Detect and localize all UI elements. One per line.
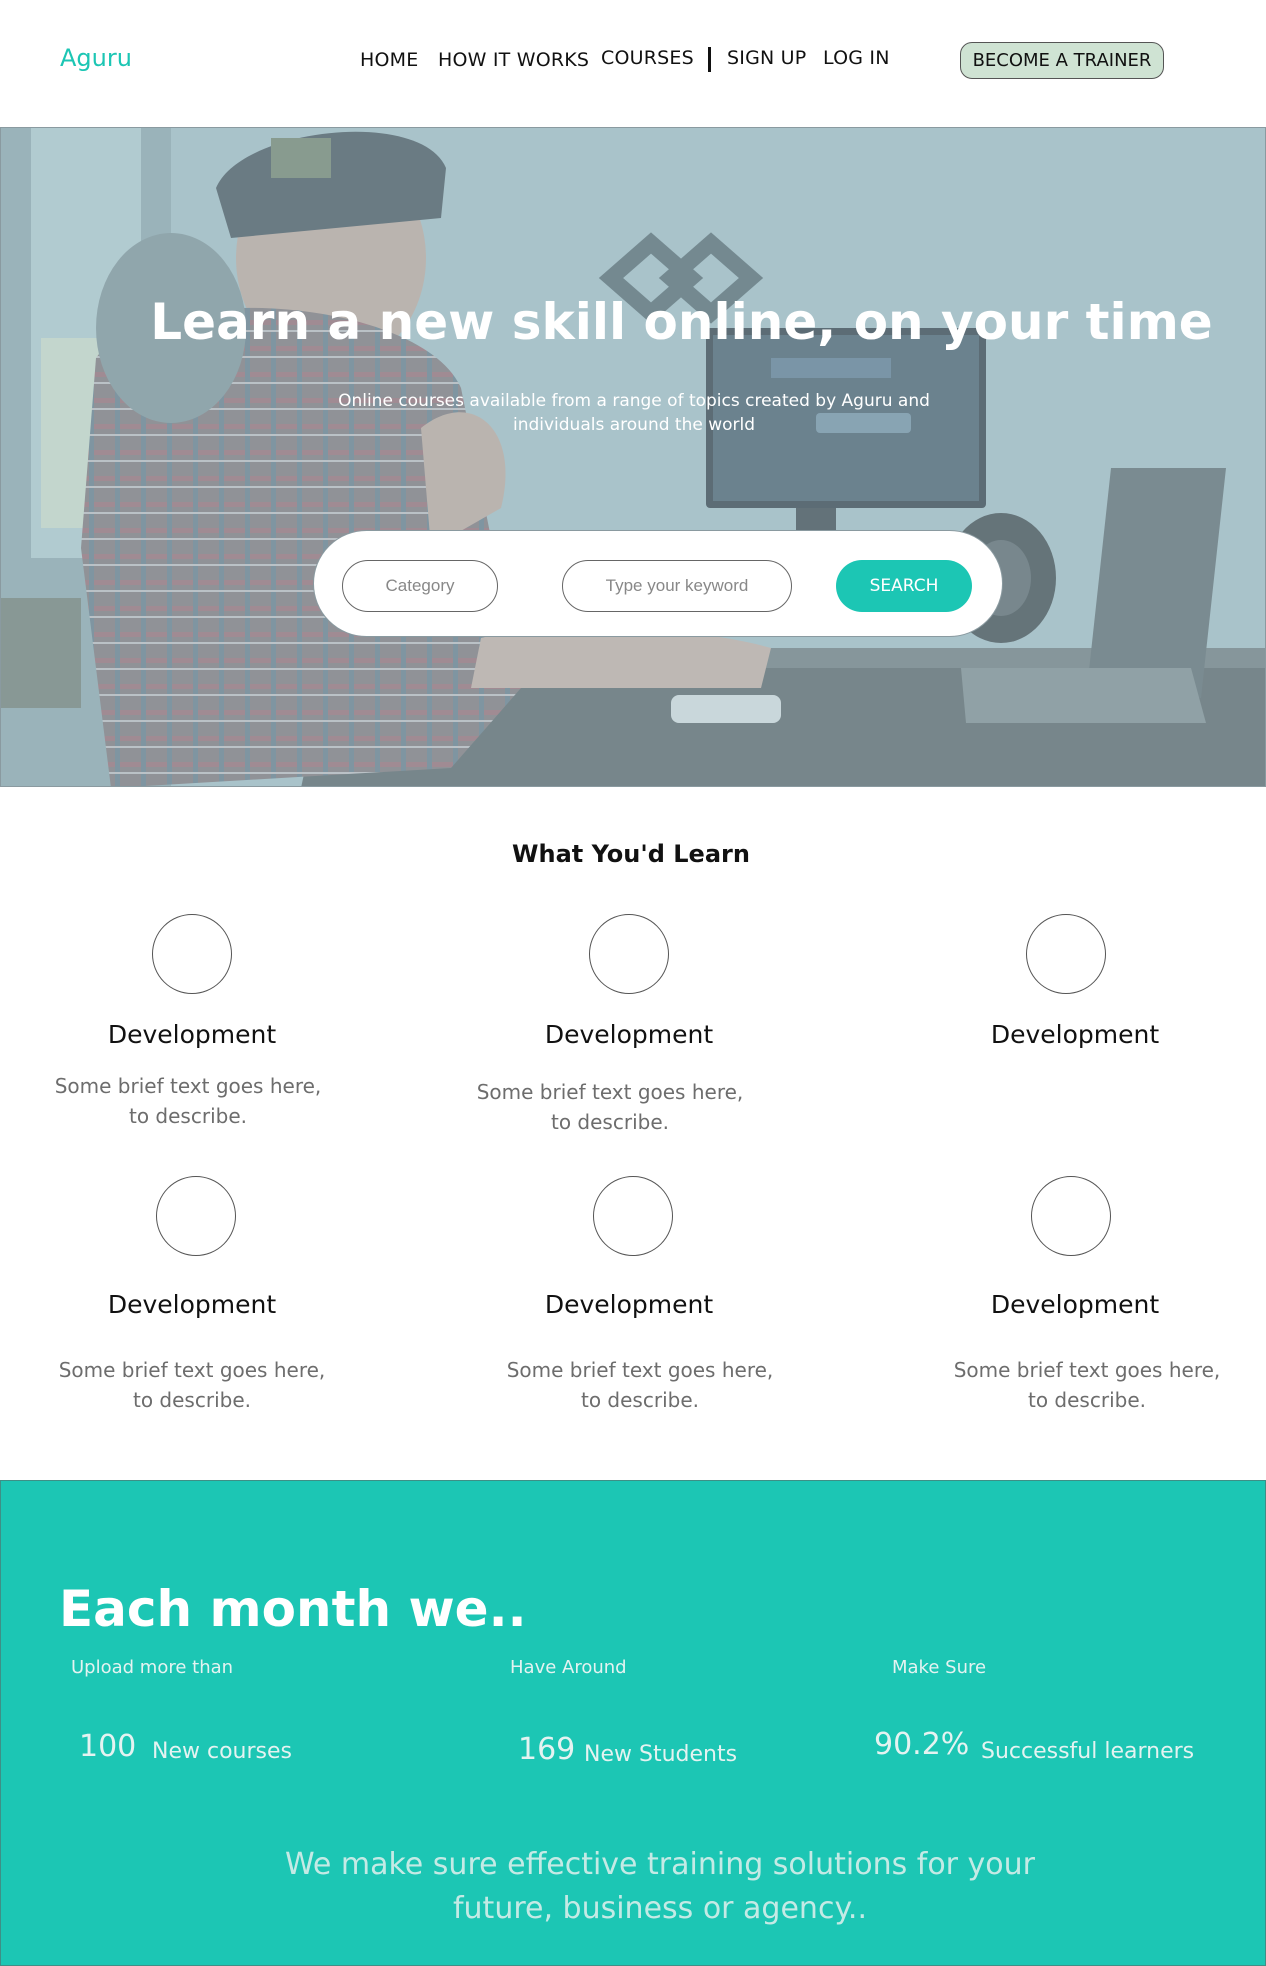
hero-overlay: [1, 128, 1265, 786]
stats-tagline: We make sure effective training solution…: [285, 1847, 1035, 1926]
hero-subtitle: Online courses available from a range of…: [338, 391, 930, 435]
search-button[interactable]: SEARCH: [836, 560, 972, 612]
feature-title: Development: [107, 1020, 277, 1049]
nav-log-in[interactable]: LOG IN: [823, 47, 890, 69]
stat-unit: Successful learners: [981, 1739, 1195, 1764]
stat-label: Make Sure: [892, 1657, 987, 1678]
feature-description: Some brief text goes here, to describe.: [58, 1358, 326, 1412]
stat-value: 169: [518, 1732, 576, 1767]
feature-icon-placeholder: [152, 914, 232, 994]
nav-how-it-works[interactable]: HOW IT WORKS: [438, 49, 589, 71]
nav-divider: [708, 47, 711, 72]
nav-courses[interactable]: COURSES: [601, 47, 694, 69]
hero-section: Learn a new skill online, on your time O…: [0, 127, 1266, 787]
stat-label: Have Around: [510, 1657, 627, 1678]
feature-title: Development: [990, 1020, 1160, 1049]
become-trainer-button[interactable]: BECOME A TRAINER: [960, 42, 1164, 79]
keyword-input[interactable]: Type your keyword: [562, 560, 792, 612]
feature-description: Some brief text goes here, to describe.: [506, 1358, 774, 1412]
feature-icon-placeholder: [1026, 914, 1106, 994]
search-bar: Category Type your keyword SEARCH: [313, 530, 1003, 637]
hero-title: Learn a new skill online, on your time: [150, 293, 1213, 351]
feature-description: Some brief text goes here, to describe.: [953, 1358, 1221, 1412]
stat-value: 100: [79, 1729, 137, 1764]
feature-icon-placeholder: [589, 914, 669, 994]
feature-description: Some brief text goes here, to describe.: [54, 1074, 322, 1128]
category-select[interactable]: Category: [342, 560, 498, 612]
feature-icon-placeholder: [156, 1176, 236, 1256]
feature-title: Development: [544, 1290, 714, 1319]
nav-home[interactable]: HOME: [360, 49, 418, 71]
feature-title: Development: [990, 1290, 1160, 1319]
stats-title: Each month we..: [59, 1580, 527, 1638]
logo[interactable]: Aguru: [60, 44, 132, 72]
stats-section: Each month we.. Upload more than 100 New…: [0, 1480, 1266, 1966]
feature-title: Development: [544, 1020, 714, 1049]
site-header: Aguru HOME HOW IT WORKS COURSES SIGN UP …: [0, 0, 1266, 127]
feature-description: Some brief text goes here, to describe.: [476, 1080, 744, 1134]
nav-sign-up[interactable]: SIGN UP: [727, 47, 806, 69]
stat-label: Upload more than: [71, 1657, 234, 1678]
learn-section-title: What You'd Learn: [512, 840, 750, 868]
feature-icon-placeholder: [593, 1176, 673, 1256]
feature-icon-placeholder: [1031, 1176, 1111, 1256]
stat-unit: New Students: [584, 1742, 738, 1767]
stat-unit: New courses: [152, 1739, 292, 1764]
feature-title: Development: [107, 1290, 277, 1319]
stat-value: 90.2%: [874, 1727, 970, 1762]
